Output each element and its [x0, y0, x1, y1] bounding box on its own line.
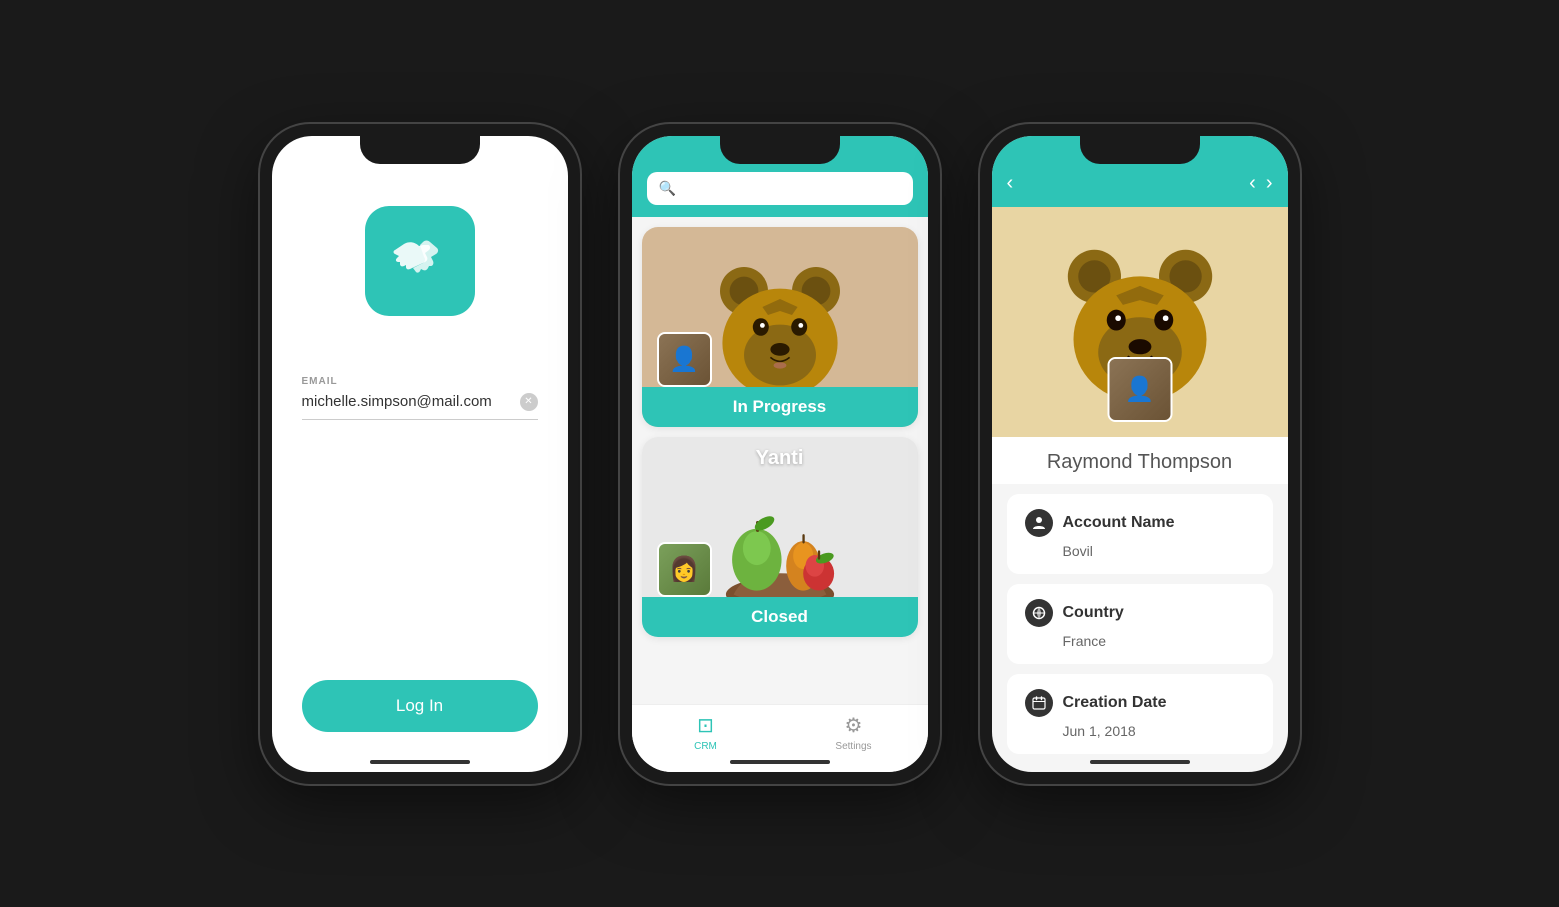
- bovil-person-icon: 👤: [659, 334, 710, 385]
- back-button[interactable]: ‹: [1007, 172, 1014, 195]
- detail-hero: 👤: [992, 207, 1288, 437]
- search-input-container[interactable]: 🔍: [647, 172, 913, 205]
- creation-date-label: Creation Date: [1063, 694, 1167, 712]
- cards-area: BOVII 👤 In Progress: [632, 217, 928, 704]
- detail-name-section: Raymond Thompson: [992, 437, 1288, 484]
- settings-icon: ⚙: [845, 713, 863, 738]
- yanti-card-image: 👩 Yanti Closed: [642, 437, 918, 637]
- bovil-card[interactable]: BOVII 👤 In Progress: [642, 227, 918, 427]
- country-value: France: [1025, 633, 1255, 649]
- bovil-bear-logo: BOVII: [700, 247, 860, 407]
- country-header: Country: [1025, 599, 1255, 627]
- prev-button[interactable]: ‹: [1249, 172, 1256, 195]
- email-input-row: michelle.simpson@mail.com ✕: [302, 393, 538, 420]
- account-name-label: Account Name: [1063, 514, 1175, 532]
- email-input[interactable]: michelle.simpson@mail.com: [302, 393, 520, 410]
- nav-settings[interactable]: ⚙ Settings: [780, 713, 928, 752]
- phones-container: EMAIL michelle.simpson@mail.com ✕ Log In…: [260, 124, 1300, 784]
- next-button[interactable]: ›: [1266, 172, 1273, 195]
- creation-date-header: Creation Date: [1025, 689, 1255, 717]
- bovil-avatar: 👤: [657, 332, 712, 387]
- yanti-card[interactable]: 👩 Yanti Closed: [642, 437, 918, 637]
- yanti-status: Closed: [642, 597, 918, 637]
- bovil-status: In Progress: [642, 387, 918, 427]
- email-label: EMAIL: [302, 376, 538, 387]
- crm-icon: ⊡: [697, 713, 714, 738]
- creation-date-value: Jun 1, 2018: [1025, 723, 1255, 739]
- account-icon: [1025, 509, 1053, 537]
- country-field: Country France: [1007, 584, 1273, 664]
- creation-date-field: Creation Date Jun 1, 2018: [1007, 674, 1273, 754]
- detail-avatar: 👤: [1107, 357, 1172, 422]
- crm-nav-label: CRM: [694, 741, 717, 752]
- yanti-name: Yanti: [642, 447, 918, 470]
- email-section: EMAIL michelle.simpson@mail.com ✕: [302, 376, 538, 420]
- settings-nav-label: Settings: [835, 741, 871, 752]
- home-indicator-1: [370, 760, 470, 764]
- phone-login: EMAIL michelle.simpson@mail.com ✕ Log In: [260, 124, 580, 784]
- login-button[interactable]: Log In: [302, 680, 538, 732]
- clear-icon[interactable]: ✕: [520, 393, 538, 411]
- home-indicator-3: [1090, 760, 1190, 764]
- nav-crm[interactable]: ⊡ CRM: [632, 713, 780, 752]
- detail-fields: Account Name Bovil: [992, 484, 1288, 772]
- phone-detail: ‹ ‹ ›: [980, 124, 1300, 784]
- yanti-person-icon: 👩: [659, 544, 710, 595]
- yanti-fruit-logo: [695, 459, 865, 614]
- country-label: Country: [1063, 604, 1124, 622]
- notch-2: [720, 136, 840, 164]
- notch-3: [1080, 136, 1200, 164]
- account-name-value: Bovil: [1025, 543, 1255, 559]
- detail-screen: ‹ ‹ ›: [992, 136, 1288, 772]
- crm-list-screen: 🔍: [632, 136, 928, 772]
- app-logo: [365, 206, 475, 316]
- phone-crm-list: 🔍: [620, 124, 940, 784]
- bovil-card-image: BOVII 👤 In Progress: [642, 227, 918, 427]
- country-icon: [1025, 599, 1053, 627]
- person-name: Raymond Thompson: [1047, 451, 1232, 473]
- login-screen: EMAIL michelle.simpson@mail.com ✕ Log In: [272, 136, 568, 772]
- handshake-icon: [387, 228, 452, 293]
- account-name-field: Account Name Bovil: [1007, 494, 1273, 574]
- nav-arrows: ‹ ›: [1249, 172, 1272, 195]
- yanti-avatar: 👩: [657, 542, 712, 597]
- home-indicator-2: [730, 760, 830, 764]
- notch-1: [360, 136, 480, 164]
- account-name-header: Account Name: [1025, 509, 1255, 537]
- date-icon: [1025, 689, 1053, 717]
- detail-person-icon: 👤: [1109, 359, 1170, 420]
- search-icon: 🔍: [659, 180, 676, 197]
